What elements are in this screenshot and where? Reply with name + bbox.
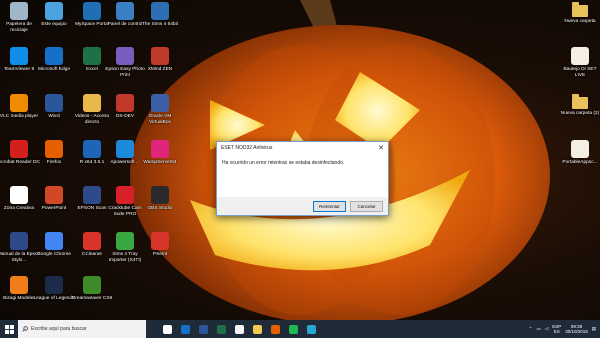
desktop-icon[interactable]: PSeInt [138, 232, 182, 258]
taskbar-pinned-apps [158, 320, 320, 338]
notifications-icon[interactable]: ▤ [592, 326, 596, 332]
desktop: Papelera de reciclaje Este equipo MySpace … [0, 0, 600, 320]
dialog-title: ESET NOD32 Antivirus [221, 145, 273, 151]
chevron-up-icon[interactable]: ⌃ [529, 326, 533, 332]
firefox-icon [45, 140, 63, 158]
desktop-icon-label: Dreamweaver CS6 [71, 296, 113, 301]
file-explorer-icon[interactable] [248, 320, 266, 338]
taskbar-search-box[interactable]: Escribe aquí para buscar [18, 320, 146, 338]
task-view-icon[interactable] [158, 320, 176, 338]
xmind-icon [151, 47, 169, 65]
bizagi-icon [10, 276, 28, 294]
store-icon[interactable] [230, 320, 248, 338]
desktop-icon-label: XMind ZEN [147, 67, 173, 72]
epson-manual-icon [10, 232, 28, 250]
clock-date: 30/10/2019 [565, 329, 588, 334]
desktop-icon[interactable]: OBS Studio [138, 186, 182, 212]
desktop-icon[interactable]: PortableAppsc... [558, 140, 600, 166]
desktop-icon-label: Nueva carpeta [564, 19, 596, 24]
word-icon[interactable] [194, 320, 212, 338]
start-button[interactable] [0, 320, 18, 338]
desktop-icon[interactable]: WampServer64 [138, 140, 182, 166]
desktop-icon-label: PSeInt [152, 252, 168, 257]
sims-icon [151, 2, 169, 20]
virtualbox-icon [151, 94, 169, 112]
volume-icon[interactable]: ◁ [545, 326, 548, 332]
search-placeholder: Escribe aquí para buscar [31, 326, 87, 332]
wamp-icon [151, 140, 169, 158]
league-icon [45, 276, 63, 294]
dialog-titlebar[interactable]: ESET NOD32 Antivirus ✕ [217, 142, 388, 154]
acrobat-icon [10, 140, 28, 158]
desktop-icon-label: WampServer64 [143, 160, 177, 165]
desktop-icon-label: Bautejo DI SET LIVE [563, 67, 597, 78]
file-icon [571, 47, 589, 65]
desktop-icon-label: OBS Studio [147, 206, 173, 211]
teamviewer-icon [10, 47, 28, 65]
firefox-icon[interactable] [266, 320, 284, 338]
dreamweaver-icon [83, 276, 101, 294]
desktop-icon[interactable]: Dreamweaver CS6 [70, 276, 114, 302]
desktop-icon[interactable]: Oracle VM VirtualBox [138, 94, 182, 125]
desktop-icon[interactable]: Bautejo DI SET LIVE [558, 47, 600, 78]
spotify-icon[interactable] [284, 320, 302, 338]
apowersoft-icon [116, 140, 134, 158]
taskbar: Escribe aquí para buscar ⌃ ▭ ◁ ESP ES 09… [0, 320, 600, 338]
clock[interactable]: 09:38 30/10/2019 [565, 324, 588, 335]
computer-icon [45, 2, 63, 20]
vlc-icon [10, 94, 28, 112]
desktop-icon[interactable]: XMind ZEN [138, 47, 182, 73]
excel-icon [83, 47, 101, 65]
portableapps-icon [571, 140, 589, 158]
dialog-footer: Reintentar Cancelar [217, 197, 388, 215]
ccleaner-icon [83, 232, 101, 250]
search-icon [22, 326, 28, 332]
eset-error-dialog: ESET NOD32 Antivirus ✕ Ha ocurrido un er… [216, 141, 389, 216]
desktop-icon[interactable]: The Sims 4 64bit [138, 2, 182, 28]
target-icon [116, 94, 134, 112]
excel-icon[interactable] [212, 320, 230, 338]
desktop-icon-label: The Sims 4 64bit [142, 22, 178, 27]
epson-scan-icon [83, 186, 101, 204]
chrome-icon [45, 232, 63, 250]
powerpoint-icon [45, 186, 63, 204]
desktop-icon-label: Nueva carpeta (2) [560, 111, 600, 116]
videos-folder-icon [83, 94, 101, 112]
windows-logo-icon [4, 324, 14, 334]
globe-icon [83, 2, 101, 20]
sims-tray-icon [116, 232, 134, 250]
close-icon[interactable]: ✕ [378, 144, 384, 152]
zona-creativa-icon [10, 186, 28, 204]
word-icon [45, 94, 63, 112]
folder-icon [572, 2, 588, 17]
webcam-icon [116, 186, 134, 204]
desktop-icon[interactable]: Nueva carpeta (2) [558, 94, 600, 117]
cancel-button[interactable]: Cancelar [350, 200, 383, 212]
recycle-bin-icon [10, 2, 28, 20]
pseint-icon [151, 232, 169, 250]
desktop-icon[interactable]: Nueva carpeta [558, 2, 600, 25]
obs-icon [151, 186, 169, 204]
network-icon[interactable]: ▭ [536, 326, 540, 332]
edge-icon [45, 47, 63, 65]
desktop-icon-label: Oracle VM VirtualBox [148, 114, 172, 125]
system-tray: ⌃ ▭ ◁ ESP ES 09:38 30/10/2019 ▤ [529, 324, 600, 335]
language-indicator[interactable]: ESP ES [552, 324, 561, 335]
folder-icon [572, 94, 588, 109]
desktop-icon-label: PortableAppsc... [562, 160, 598, 165]
edge-icon[interactable] [176, 320, 194, 338]
retry-button[interactable]: Reintentar [313, 200, 346, 212]
control-panel-icon [116, 2, 134, 20]
dialog-message: Ha ocurrido un error mientras se estaba … [222, 160, 345, 166]
r-icon [83, 140, 101, 158]
epson-photo-icon [116, 47, 134, 65]
eset-icon[interactable] [302, 320, 320, 338]
